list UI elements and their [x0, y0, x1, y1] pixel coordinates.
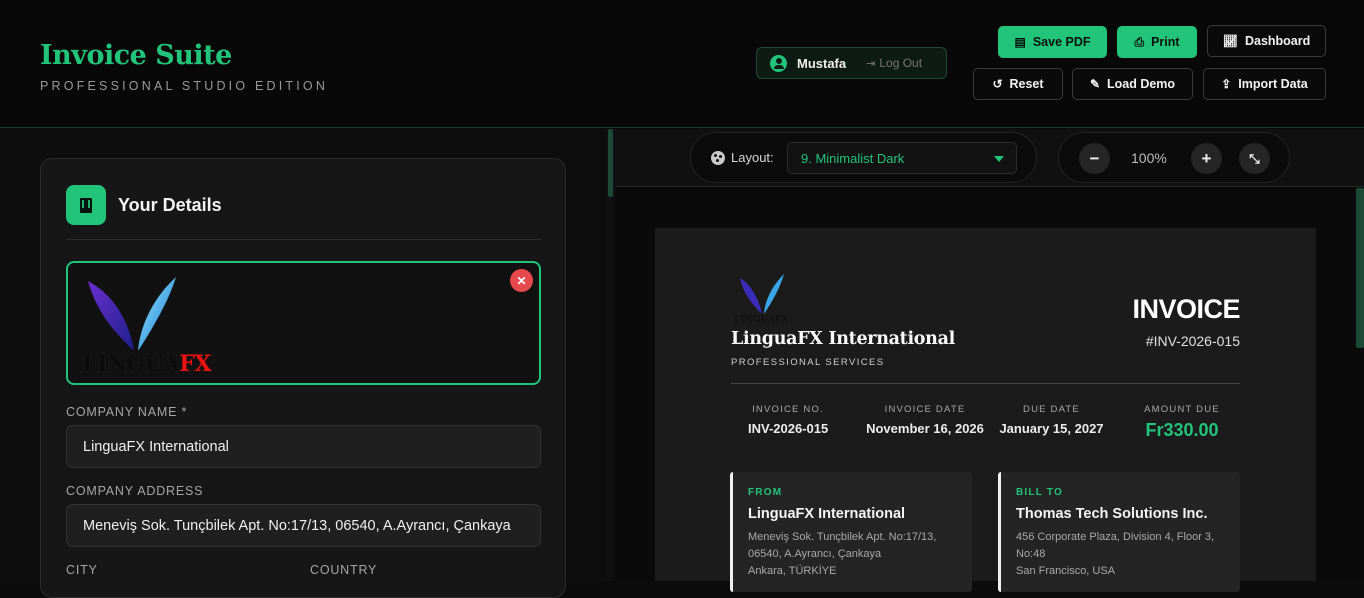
user-badge: Mustafa ⇥ Log Out	[756, 47, 947, 79]
meta-value: INV-2026-015	[748, 421, 829, 436]
your-details-card: Your Details LINGUAFX ✕ COMPANY NAME * L…	[40, 158, 566, 598]
company-name-input[interactable]: LinguaFX International	[66, 425, 541, 468]
bill-to-city-country: San Francisco, USA	[1016, 565, 1116, 577]
remove-logo-button[interactable]: ✕	[510, 269, 533, 292]
brand: Invoice Suite PROFESSIONAL STUDIO EDITIO…	[40, 40, 328, 93]
meta-value: January 15, 2027	[999, 421, 1104, 436]
fit-screen-button[interactable]: ⤡	[1239, 143, 1270, 174]
company-name-label: COMPANY NAME *	[66, 405, 188, 419]
card-divider	[66, 239, 541, 240]
company-address-label: COMPANY ADDRESS	[66, 484, 204, 498]
city-label: CITY	[66, 563, 98, 577]
invoice-divider	[731, 383, 1240, 384]
layout-label: Layout:	[731, 150, 774, 165]
meta-label: DUE DATE	[1023, 404, 1080, 415]
card-title: Your Details	[118, 194, 222, 215]
logo-upload-area[interactable]: LINGUAFX ✕	[66, 261, 541, 385]
bill-to-label: BILL TO	[1016, 487, 1063, 498]
logo-wordmark-dark: LINGUA	[82, 351, 180, 377]
meta-label: AMOUNT DUE	[1144, 404, 1220, 415]
feather-logo-icon	[88, 277, 176, 351]
from-label: FROM	[748, 487, 783, 498]
meta-amount-value: Fr330.00	[1145, 420, 1219, 440]
logo-wordmark-red: FX	[179, 351, 211, 377]
invoice-feather-logo-icon: LINGUAFX	[734, 274, 788, 325]
palette-icon	[711, 150, 725, 165]
file-pdf-icon: ▤	[1014, 35, 1026, 49]
import-data-label: Import Data	[1238, 77, 1308, 91]
card-header: Your Details	[66, 185, 222, 225]
meta-label: INVOICE DATE	[884, 404, 966, 415]
logo-wordmark: LINGUAFX	[82, 351, 211, 377]
bill-to-address-line: 456 Corporate Plaza, Division 4, Floor 3…	[1016, 531, 1215, 560]
compress-icon: ⤡	[1249, 150, 1260, 166]
layout-selector: Layout: 9. Minimalist Dark	[690, 132, 1037, 183]
from-block: FROM LinguaFX International Meneviş Sok.…	[730, 472, 972, 592]
chart-line-icon: 📈︎	[1222, 34, 1238, 48]
bill-to-name: Thomas Tech Solutions Inc.	[1016, 506, 1208, 522]
save-pdf-label: Save PDF	[1032, 35, 1091, 49]
bill-to-address: 456 Corporate Plaza, Division 4, Floor 3…	[1016, 529, 1226, 580]
invoice-tagline: PROFESSIONAL SERVICES	[731, 357, 885, 368]
meta-label: INVOICE NO.	[752, 404, 824, 415]
app-title: Invoice Suite	[40, 40, 232, 71]
undo-icon: ↺	[992, 77, 1003, 91]
load-demo-button[interactable]: ✎ Load Demo	[1072, 68, 1193, 100]
zoom-level: 100%	[1131, 150, 1167, 166]
meta-due-date: DUE DATE January 15, 2027	[999, 404, 1104, 436]
logout-button[interactable]: ⇥ Log Out	[866, 56, 922, 70]
zoom-out-button[interactable]: −	[1079, 143, 1110, 174]
from-city-country: Ankara, TÜRKİYE	[748, 565, 837, 577]
upload-icon: ⇪	[1221, 77, 1232, 91]
company-logo: LINGUAFX	[80, 275, 211, 377]
from-address-line: Meneviş Sok. Tunçbilek Apt. No:17/13, 06…	[748, 531, 937, 560]
from-name: LinguaFX International	[748, 506, 906, 522]
meta-value: November 16, 2026	[866, 421, 984, 436]
layout-dropdown-value: 9. Minimalist Dark	[801, 150, 905, 166]
bill-to-block: BILL TO Thomas Tech Solutions Inc. 456 C…	[998, 472, 1240, 592]
logout-icon: ⇥	[866, 57, 876, 70]
invoice-logo: LINGUAFX	[732, 272, 792, 325]
layout-dropdown[interactable]: 9. Minimalist Dark	[787, 142, 1017, 174]
invoice-document: LINGUAFX LinguaFX International PROFESSI…	[655, 228, 1316, 592]
pencil-icon: ✎	[1089, 77, 1100, 91]
reset-button[interactable]: ↺ Reset	[973, 68, 1063, 100]
logout-label: Log Out	[879, 56, 923, 70]
dashboard-label: Dashboard	[1244, 34, 1311, 48]
building-icon	[66, 185, 106, 225]
print-button[interactable]: ⎙ Print	[1117, 26, 1197, 58]
invoice-number: #INV-2026-015	[1145, 333, 1240, 349]
load-demo-label: Load Demo	[1107, 77, 1176, 91]
meta-invoice-date: INVOICE DATE November 16, 2026	[860, 404, 990, 436]
zoom-controls: − 100% + ⤡	[1058, 132, 1290, 183]
invoice-title: INVOICE	[1132, 294, 1240, 324]
import-data-button[interactable]: ⇪ Import Data	[1203, 68, 1326, 100]
from-address: Meneviş Sok. Tunçbilek Apt. No:17/13, 06…	[748, 529, 958, 580]
meta-amount-due: AMOUNT DUE Fr330.00	[1139, 404, 1225, 441]
printer-icon: ⎙	[1134, 34, 1145, 49]
user-avatar-icon	[770, 54, 787, 72]
user-name: Mustafa	[797, 55, 847, 71]
preview-scrollbar-thumb[interactable]	[1356, 188, 1364, 348]
chevron-down-icon	[994, 156, 1004, 162]
meta-invoice-no: INVOICE NO. INV-2026-015	[748, 404, 828, 436]
reset-label: Reset	[1009, 77, 1044, 91]
country-label: COUNTRY	[310, 563, 378, 577]
app-header: Invoice Suite PROFESSIONAL STUDIO EDITIO…	[0, 0, 1364, 128]
panel-scrollbar-thumb[interactable]	[608, 129, 613, 197]
dashboard-button[interactable]: 📈︎ Dashboard	[1207, 25, 1326, 57]
invoice-logo-text: LINGUAFX	[734, 315, 788, 324]
print-label: Print	[1151, 35, 1180, 49]
invoice-company-name: LinguaFX International	[731, 329, 955, 349]
zoom-in-button[interactable]: +	[1191, 143, 1222, 174]
company-address-input[interactable]: Meneviş Sok. Tunçbilek Apt. No:17/13, 06…	[66, 504, 541, 547]
save-pdf-button[interactable]: ▤ Save PDF	[998, 26, 1107, 58]
app-subtitle: PROFESSIONAL STUDIO EDITION	[40, 79, 329, 93]
